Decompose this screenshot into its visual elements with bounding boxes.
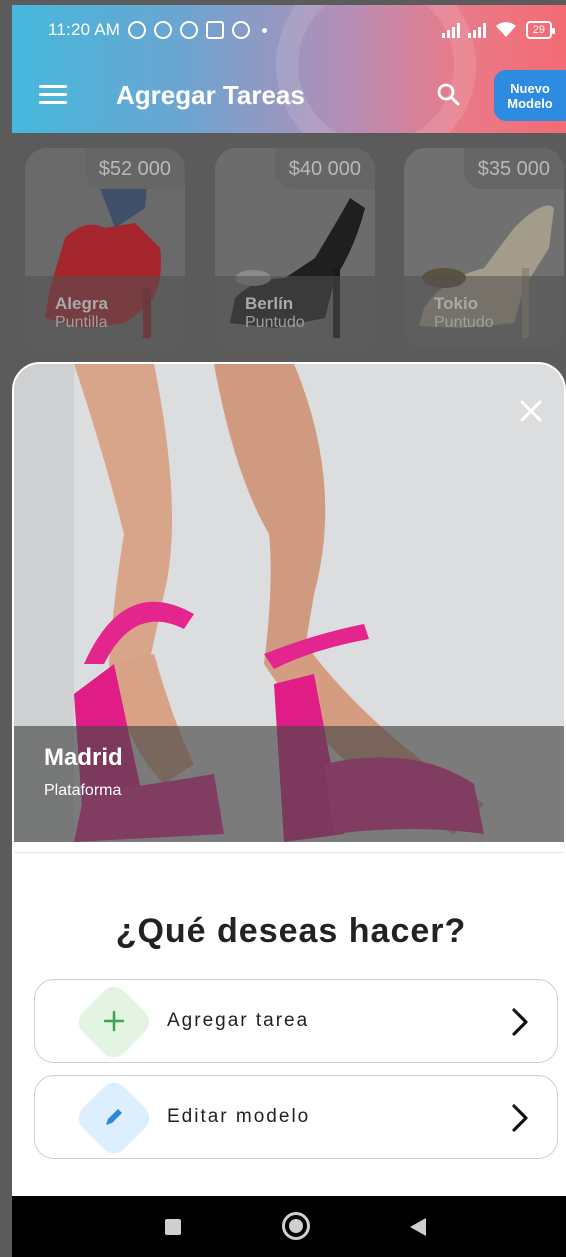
card-price: $35 000 — [463, 148, 564, 189]
more-notifications-icon — [262, 27, 268, 33]
card-name: Tokio — [434, 294, 479, 313]
wifi-icon — [494, 21, 518, 39]
model-card-tokio[interactable]: $35 000 Tokio Puntudo — [404, 148, 564, 350]
chevron-right-icon — [512, 1008, 528, 1036]
edit-model-button[interactable]: Editar modelo — [34, 1075, 558, 1160]
close-icon[interactable] — [520, 400, 542, 422]
card-subtitle: Puntudo — [245, 314, 305, 331]
plus-icon — [103, 1010, 125, 1032]
mute-icon — [128, 21, 147, 39]
selected-model-image: Madrid Plataforma — [14, 364, 564, 842]
battery-icon: 29 — [525, 21, 556, 39]
new-model-button[interactable]: Nuevo Modelo — [494, 70, 566, 121]
card-subtitle: Puntilla — [55, 314, 108, 331]
search-icon[interactable] — [436, 82, 460, 106]
home-icon[interactable] — [282, 1212, 310, 1240]
model-card-alegra[interactable]: $52 000 Alegra Puntilla — [25, 148, 185, 350]
status-bar: 11:20 AM 29 — [12, 5, 566, 55]
card-name: Alegra — [55, 294, 108, 313]
add-task-button[interactable]: Agregar tarea — [34, 979, 558, 1064]
status-system-icons: 29 — [441, 21, 556, 39]
edit-model-label: Editar modelo — [167, 1106, 311, 1127]
pencil-icon — [106, 1109, 122, 1125]
card-price: $52 000 — [84, 148, 185, 189]
battery-level: 29 — [532, 24, 545, 36]
chrome-icon — [232, 21, 251, 39]
header: 11:20 AM 29 Agregar Tareas Nuevo Modelo — [12, 5, 566, 133]
selected-model-name: Madrid — [44, 744, 123, 771]
voicemail-icon — [206, 21, 225, 39]
card-caption-strip — [404, 276, 564, 350]
app-bar: Agregar Tareas Nuevo Modelo — [12, 55, 566, 133]
selected-model-subtitle: Plataforma — [44, 782, 122, 799]
back-icon[interactable] — [410, 1218, 426, 1236]
new-model-label-1: Nuevo — [510, 80, 550, 96]
model-cards: $52 000 Alegra Puntilla $40 000 Berlín P… — [0, 148, 566, 350]
question-heading: ¿Qué deseas hacer? — [115, 912, 467, 950]
signal-icon-2 — [467, 22, 486, 38]
signal-icon — [441, 22, 460, 38]
add-task-label: Agregar tarea — [167, 1010, 310, 1031]
card-name: Berlín — [245, 294, 294, 313]
menu-icon[interactable] — [39, 85, 67, 105]
status-notification-icons — [128, 21, 268, 39]
divider — [14, 852, 564, 853]
page-title: Agregar Tareas — [116, 80, 305, 110]
card-price: $40 000 — [274, 148, 375, 189]
chevron-right-icon — [512, 1104, 528, 1132]
system-nav-bar — [12, 1196, 566, 1257]
status-time: 11:20 AM — [48, 20, 121, 39]
model-card-berlin[interactable]: $40 000 Berlín Puntudo — [215, 148, 375, 350]
recents-icon[interactable] — [165, 1219, 181, 1235]
card-subtitle: Puntudo — [434, 314, 494, 331]
bottom-sheet: Madrid Plataforma ¿Qué deseas hacer? Agr… — [12, 362, 566, 1257]
whatsapp-icon — [180, 21, 199, 39]
alarm-icon — [154, 21, 173, 39]
card-caption-strip — [215, 276, 375, 350]
new-model-label-2: Modelo — [507, 95, 553, 111]
